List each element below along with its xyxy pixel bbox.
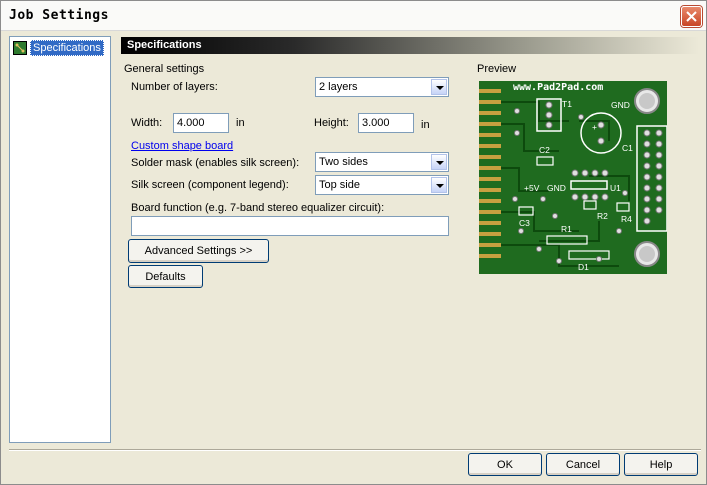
solder-mask-select[interactable]: Two sides	[315, 152, 449, 172]
chevron-down-icon[interactable]	[431, 177, 447, 193]
d1-label: D1	[578, 262, 589, 272]
title-bar: Job Settings	[1, 1, 706, 31]
board-icon	[13, 41, 27, 55]
sidebar-item-label: Specifications	[30, 40, 104, 56]
r2-label: R2	[597, 211, 608, 221]
gnd-label: GND	[547, 183, 566, 193]
height-field[interactable]: 3.000	[358, 113, 414, 133]
gnd-top-label: GND	[611, 100, 630, 110]
help-label: Help	[649, 458, 673, 471]
silk-screen-select[interactable]: Top side	[315, 175, 449, 195]
width-label: Width:	[131, 117, 163, 129]
board-function-field[interactable]	[131, 216, 449, 236]
ok-button[interactable]: OK	[468, 453, 542, 476]
c1-label: C1	[622, 143, 633, 153]
board-function-label: Board function (e.g. 7-band stereo equal…	[131, 202, 385, 214]
silk-screen-label: Silk screen (component legend):	[131, 179, 289, 191]
width-field[interactable]: 4.000	[173, 113, 229, 133]
chevron-down-icon[interactable]	[431, 79, 447, 95]
settings-tree: Specifications	[9, 36, 111, 443]
r4-label: R4	[621, 214, 632, 224]
height-label: Height:	[314, 117, 349, 129]
width-unit: in	[236, 117, 245, 129]
width-value: 4.000	[177, 117, 205, 129]
layers-select[interactable]: 2 layers	[315, 77, 449, 97]
advanced-settings-button[interactable]: Advanced Settings >>	[128, 239, 269, 263]
c2-label: C2	[539, 145, 550, 155]
chevron-down-icon[interactable]	[431, 154, 447, 170]
close-button[interactable]	[681, 6, 702, 27]
advanced-settings-label: Advanced Settings >>	[144, 245, 253, 257]
layers-value: 2 layers	[319, 81, 358, 93]
window-title: Job Settings	[9, 8, 109, 23]
height-value: 3.000	[362, 117, 390, 129]
preview-heading: Preview	[477, 63, 517, 75]
height-unit: in	[421, 119, 430, 131]
c3-label: C3	[519, 218, 530, 228]
plus-label: +	[592, 122, 597, 132]
job-settings-window: Job Settings Specifications Specificatio…	[0, 0, 707, 485]
ok-label: OK	[497, 458, 513, 471]
u1-label: U1	[610, 183, 621, 193]
plus5v-label: +5V	[524, 183, 540, 193]
pcb-preview: www.Pad2Pad.com T1 GND C1 + C2 +5V GND U…	[479, 81, 667, 274]
layers-label: Number of layers:	[131, 81, 218, 93]
footer-separator	[9, 449, 701, 451]
sidebar-item-specifications[interactable]: Specifications	[13, 40, 104, 56]
close-icon	[686, 11, 697, 22]
preview-url: www.Pad2Pad.com	[513, 82, 603, 93]
solder-mask-label: Solder mask (enables silk screen):	[131, 157, 300, 169]
section-title: Specifications	[121, 37, 699, 54]
defaults-label: Defaults	[145, 270, 186, 283]
t1-label: T1	[562, 99, 572, 109]
solder-mask-value: Two sides	[319, 156, 368, 168]
r1-label: R1	[561, 224, 572, 234]
cancel-button[interactable]: Cancel	[546, 453, 620, 476]
defaults-button[interactable]: Defaults	[128, 265, 203, 288]
general-settings-heading: General settings	[124, 63, 205, 75]
custom-shape-link[interactable]: Custom shape board	[131, 140, 233, 152]
cancel-label: Cancel	[565, 458, 601, 471]
silk-screen-value: Top side	[319, 179, 360, 191]
help-button[interactable]: Help	[624, 453, 698, 476]
